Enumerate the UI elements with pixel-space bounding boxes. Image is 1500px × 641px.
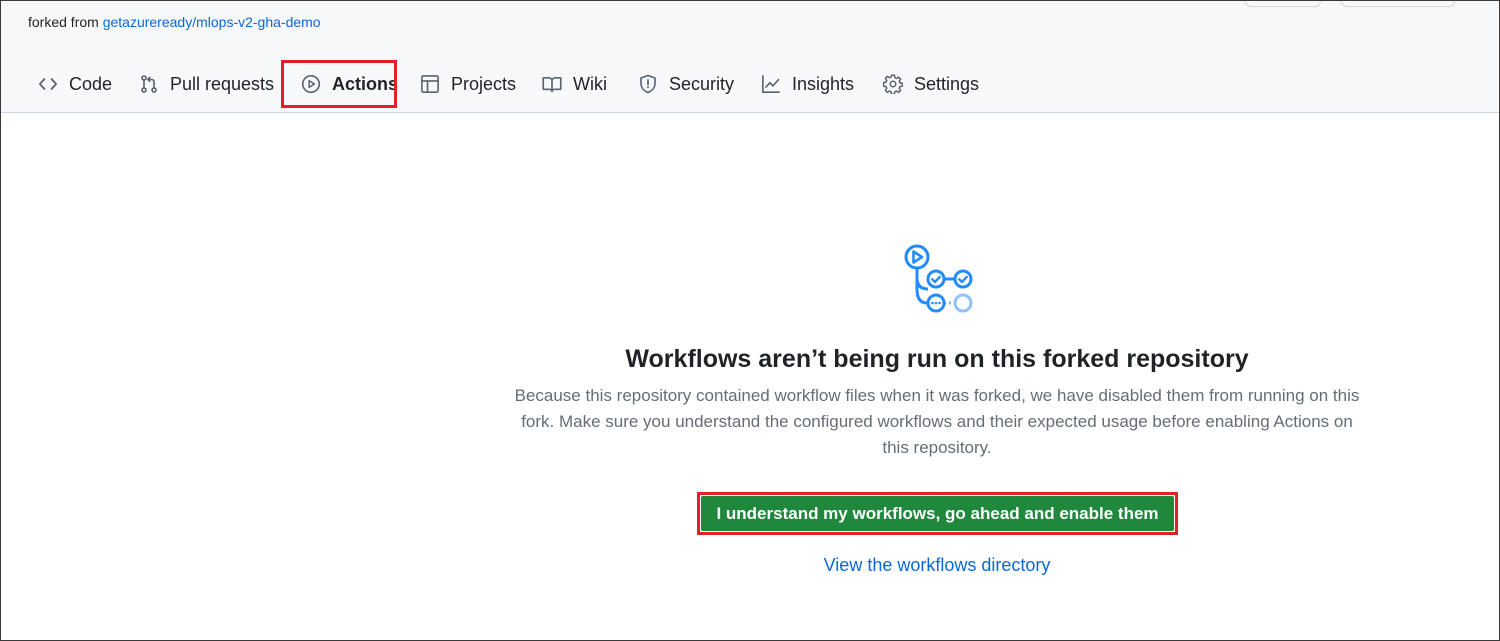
header-button[interactable]	[1245, 1, 1321, 7]
forked-from-link[interactable]: getazureready/mlops-v2-gha-demo	[103, 14, 321, 30]
enable-workflows-button[interactable]: I understand my workflows, go ahead and …	[701, 496, 1174, 531]
gear-icon	[882, 73, 904, 95]
forked-from-line: forked from getazureready/mlops-v2-gha-d…	[28, 13, 321, 31]
view-workflows-link[interactable]: View the workflows directory	[737, 553, 1137, 577]
tab-settings[interactable]: Settings	[882, 59, 979, 109]
pull-request-icon	[138, 73, 160, 95]
page-heading: Workflows aren’t being run on this forke…	[625, 345, 1249, 373]
tab-label: Wiki	[573, 73, 607, 94]
shield-icon	[637, 73, 659, 95]
tab-label: Projects	[451, 73, 517, 94]
tab-projects[interactable]: Projects	[419, 59, 516, 109]
tab-pull-requests[interactable]: Pull requests	[138, 59, 274, 109]
tab-actions[interactable]: Actions	[300, 59, 398, 109]
tab-label: Settings	[914, 73, 980, 94]
tab-security[interactable]: Security	[637, 59, 734, 109]
tab-insights[interactable]: Insights	[760, 59, 854, 109]
tab-label: Insights	[792, 73, 855, 94]
repo-header: forked from getazureready/mlops-v2-gha-d…	[1, 1, 1499, 113]
tab-code[interactable]: Code	[37, 59, 112, 109]
header-button[interactable]	[1341, 1, 1455, 7]
description-text: Because this repository contained workfl…	[514, 386, 1360, 457]
tab-label: Actions	[332, 73, 399, 94]
tab-label: Pull requests	[170, 73, 275, 94]
tab-wiki[interactable]: Wiki	[541, 59, 607, 109]
graph-icon	[760, 73, 782, 95]
table-icon	[419, 73, 441, 95]
play-icon	[300, 73, 322, 95]
tab-label: Security	[669, 73, 735, 94]
forked-from-label: forked from	[28, 14, 99, 30]
code-icon	[37, 73, 59, 95]
workflow-icon	[896, 239, 976, 317]
book-icon	[541, 73, 563, 95]
repo-nav: Code Pull requests Actions Projects Wiki…	[1, 59, 1499, 109]
tab-label: Code	[69, 73, 113, 94]
page-frame: forked from getazureready/mlops-v2-gha-d…	[0, 0, 1500, 641]
